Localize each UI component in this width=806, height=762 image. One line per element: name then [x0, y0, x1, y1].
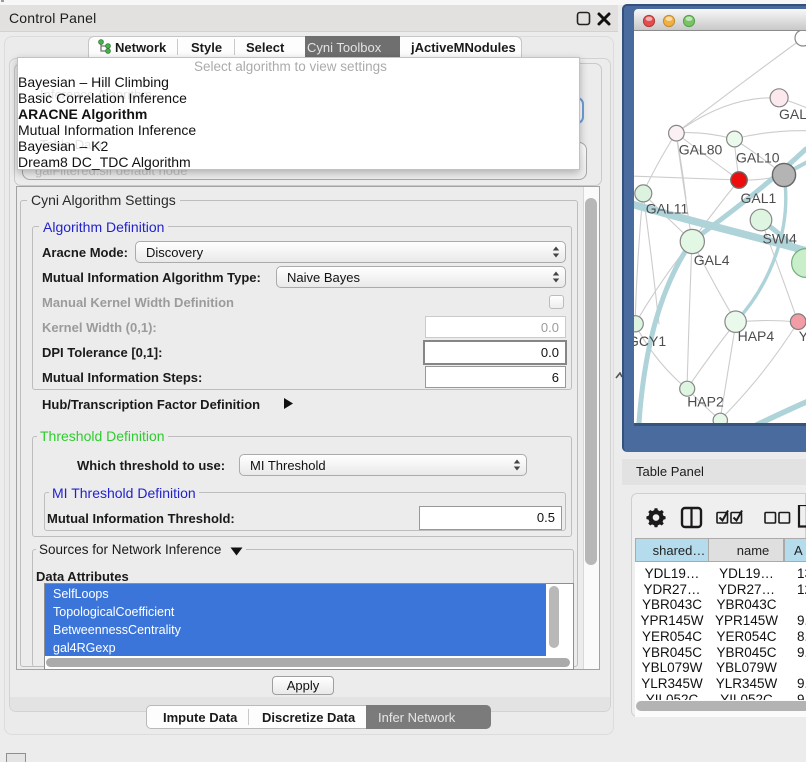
svg-text:HAP4: HAP4: [738, 328, 775, 344]
svg-text:GAL4: GAL4: [694, 252, 730, 268]
svg-text:GAL1: GAL1: [741, 190, 777, 206]
svg-text:GAL80: GAL80: [679, 142, 723, 158]
svg-text:HAP2: HAP2: [687, 394, 724, 410]
svg-text:GAL7: GAL7: [779, 106, 806, 122]
svg-text:SWI4: SWI4: [763, 231, 797, 247]
svg-text:GCY1: GCY1: [634, 333, 666, 349]
svg-text:GAL11: GAL11: [646, 201, 689, 217]
svg-text:GAL10: GAL10: [736, 150, 780, 166]
svg-text:Y: Y: [799, 328, 806, 344]
